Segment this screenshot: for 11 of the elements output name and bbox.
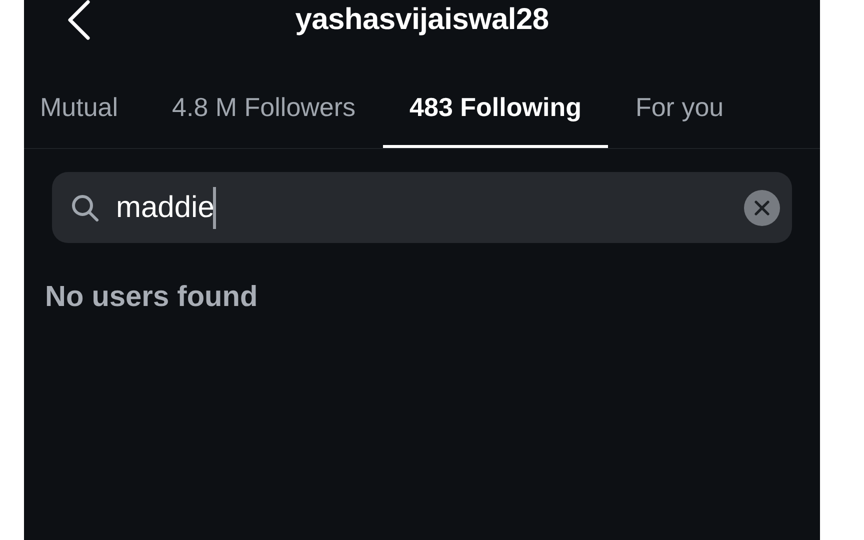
empty-message: No users found — [45, 281, 259, 314]
search-field[interactable]: maddie — [52, 172, 792, 243]
tab[interactable]: 4.8 M Followers — [145, 84, 383, 148]
search-value: maddie — [116, 190, 214, 224]
search-icon — [70, 192, 100, 222]
tab[interactable]: 483 Following — [382, 84, 608, 148]
close-icon — [754, 200, 770, 216]
clear-button[interactable] — [744, 190, 780, 226]
tab[interactable]: Mutual — [24, 84, 146, 148]
profile-username: yashasvijaiswal28 — [295, 2, 549, 38]
tab[interactable]: For you — [608, 84, 751, 148]
